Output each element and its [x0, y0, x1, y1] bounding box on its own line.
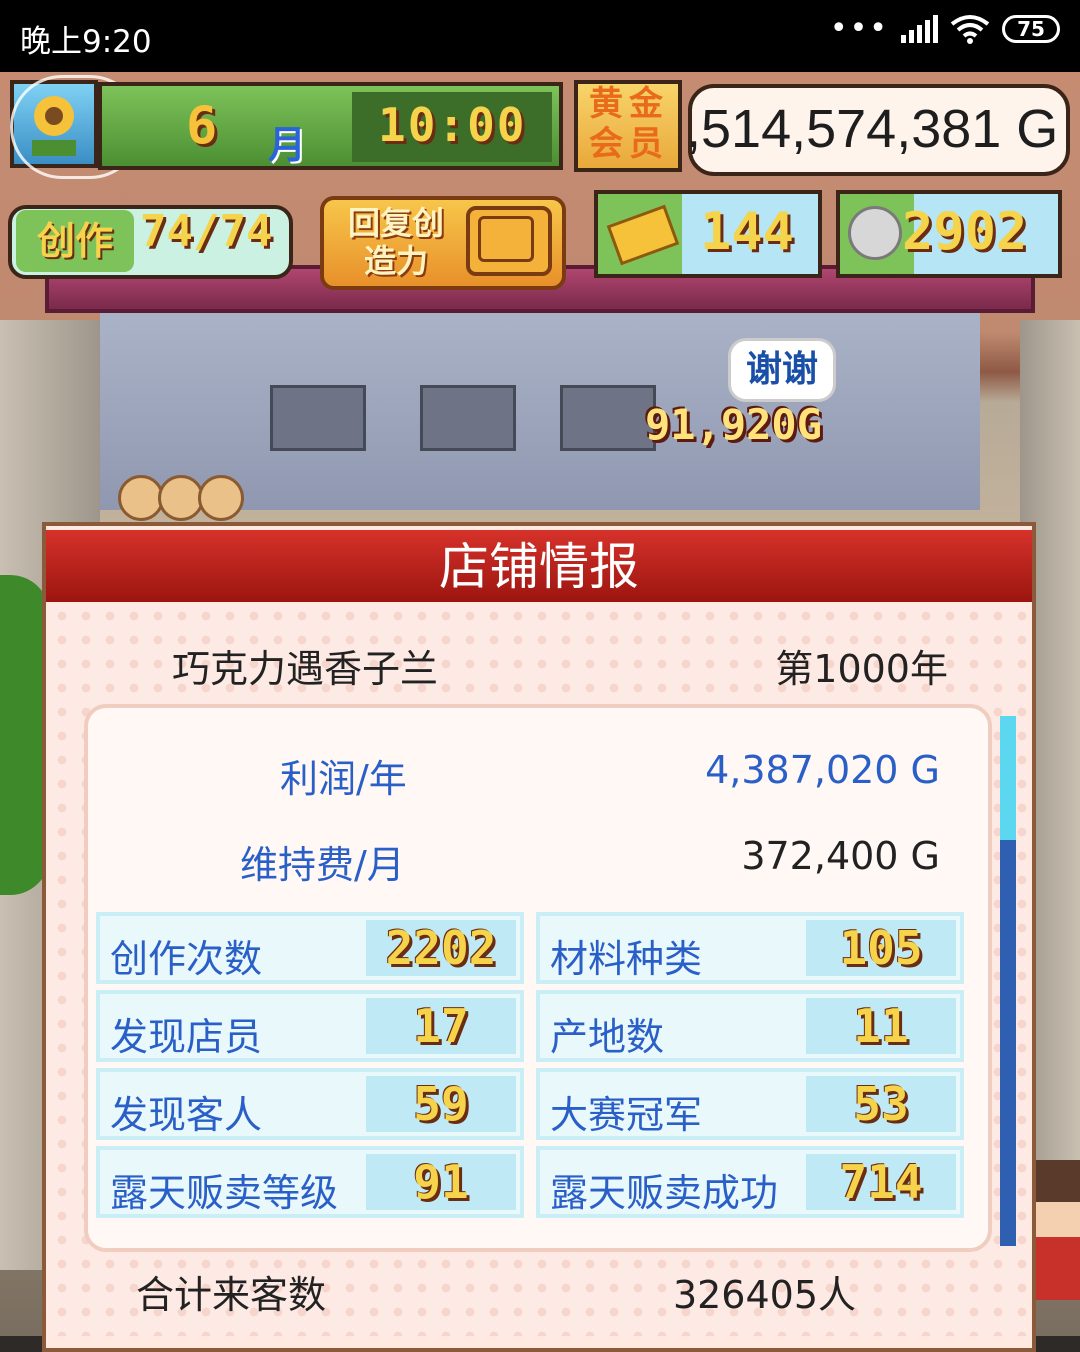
total-visitors-value: 326405人: [672, 1273, 856, 1317]
stat-value: 59: [366, 1076, 516, 1132]
medal-icon: [848, 206, 902, 260]
stat-label: 露天贩卖等级: [110, 1171, 339, 1215]
total-visitors-label: 合计来客数: [136, 1273, 327, 1317]
signal-icon: [901, 15, 938, 43]
shop-year: 第1000年: [775, 647, 948, 691]
stat-label: 发现店员: [110, 1015, 263, 1059]
clock-time: 10:00: [378, 98, 527, 152]
stat-cell: 材料种类 105: [536, 912, 964, 984]
stat-label: 产地数: [550, 1015, 665, 1059]
profit-value: 4,387,020 G: [705, 748, 940, 792]
stat-cell: 发现客人 59: [96, 1068, 524, 1140]
creativity-label: 创作: [16, 210, 134, 272]
profit-label: 利润/年: [280, 757, 407, 801]
stat-value: 2202: [366, 920, 516, 976]
scrollbar-thumb[interactable]: [1000, 716, 1016, 840]
money-value: ,514,574,381 G: [686, 99, 1059, 159]
recover-creativity-label: 回复创造力: [347, 204, 444, 280]
medal-count: 2902: [902, 202, 1028, 262]
stat-label: 发现客人: [110, 1093, 263, 1137]
month-number: 6: [186, 96, 218, 156]
upkeep-label: 维持费/月: [240, 843, 405, 887]
stat-value: 11: [806, 998, 956, 1054]
stat-cell: 发现店员 17: [96, 990, 524, 1062]
status-icons: ••• 75: [830, 14, 1060, 44]
stat-value: 91: [366, 1154, 516, 1210]
stat-value: 53: [806, 1076, 956, 1132]
oven-shelf: [560, 385, 656, 451]
ticket-count: 144: [700, 202, 794, 262]
wifi-icon: [950, 15, 990, 44]
battery-icon: 75: [1002, 15, 1060, 43]
stat-value: 105: [806, 920, 956, 976]
oven-shelf: [420, 385, 516, 451]
tv-screen-icon: [478, 216, 534, 262]
floating-money: 91,920G: [645, 400, 823, 449]
stat-cell: 产地数 11: [536, 990, 964, 1062]
stat-cell: 露天贩卖成功 714: [536, 1146, 964, 1218]
stat-value: 17: [366, 998, 516, 1054]
stat-value: 714: [806, 1154, 956, 1210]
status-bar: 晚上9:20 ••• 75: [0, 0, 1080, 72]
shopkeeper-character[interactable]: [1036, 1160, 1080, 1300]
upkeep-value: 372,400 G: [741, 834, 940, 878]
stat-label: 大赛冠军: [550, 1093, 703, 1137]
status-time: 晚上9:20: [20, 24, 152, 60]
shop-name: 巧克力遇香子兰: [172, 647, 439, 691]
oven-shelf: [270, 385, 366, 451]
gold-member-label: 黄金会员: [589, 84, 669, 164]
panel-title: 店铺情报: [439, 538, 639, 596]
stat-cell: 创作次数 2202: [96, 912, 524, 984]
creativity-value: 74/74: [140, 206, 273, 257]
stat-cell: 大赛冠军 53: [536, 1068, 964, 1140]
thanks-bubble: 谢谢: [728, 338, 836, 402]
stat-cell: 露天贩卖等级 91: [96, 1146, 524, 1218]
bread-icon: [198, 475, 244, 521]
month-unit: 月: [268, 123, 307, 167]
stat-label: 材料种类: [550, 937, 703, 981]
stat-label: 露天贩卖成功: [550, 1171, 779, 1215]
more-dots-icon: •••: [829, 11, 889, 46]
stat-label: 创作次数: [110, 937, 263, 981]
